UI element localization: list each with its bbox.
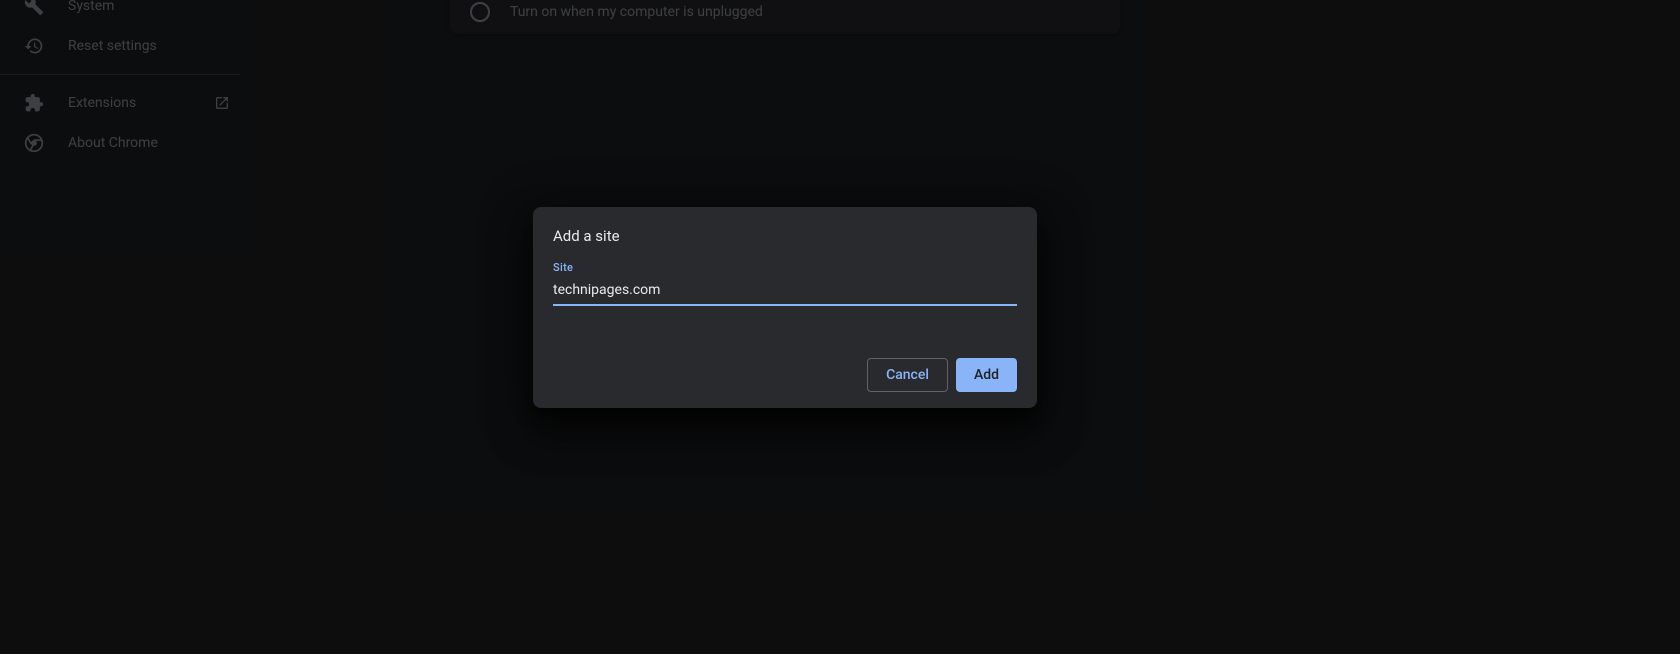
cancel-button[interactable]: Cancel: [867, 358, 948, 392]
site-input-label: Site: [553, 261, 1017, 274]
dialog-actions: Cancel Add: [553, 358, 1017, 392]
site-input[interactable]: [553, 276, 1017, 306]
add-site-dialog: Add a site Site Cancel Add: [533, 207, 1037, 408]
add-button[interactable]: Add: [956, 358, 1017, 392]
dialog-title: Add a site: [553, 227, 1017, 245]
